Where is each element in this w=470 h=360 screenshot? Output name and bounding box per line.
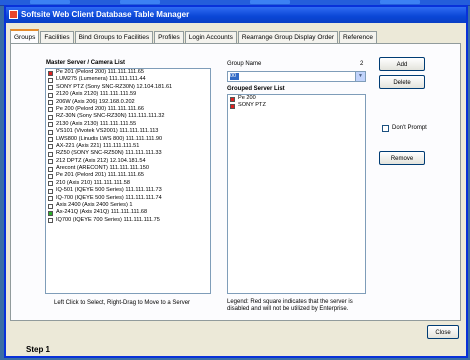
list-item[interactable]: Pe 200 (228, 95, 365, 102)
list-item-label: RZ-30N (Sony SNC-RZ30N) 111.111.111.32 (56, 113, 165, 120)
grouped-server-list[interactable]: Pe 200 SONY PTZ (227, 94, 366, 294)
status-square-icon (48, 144, 53, 150)
list-item-label: IQ700 (IQEYE 700 Series) 111.111.111.75 (56, 216, 160, 223)
list-item[interactable]: Pe 200 (Pelord 200) 111.111.111.66 (46, 106, 210, 113)
list-item-label: LUM275 (Lumenera) 111.111.111.44 (56, 76, 146, 83)
list-item-label: 206W (Axis 206) 192.168.0.202 (56, 98, 135, 105)
list-item-label: Pe 200 (238, 95, 256, 101)
status-square-icon (48, 210, 53, 216)
window-title: Softsite Web Client Database Table Manag… (21, 10, 190, 19)
list-item[interactable]: SONY PTZ (Sony SNC-RZ30N) 12.104.181.61 (46, 84, 210, 91)
list-item-label: IQ-501 (IQEYE 500 Series) 111.111.111.73 (56, 187, 162, 194)
list-item-label: RZ50 (SONY SNC-RZ50N) 111.111.111.33 (56, 150, 162, 157)
list-item[interactable]: Pe 201 (Pelord 200) 111.111.111.65 (46, 69, 210, 76)
app-window: Softsite Web Client Database Table Manag… (4, 5, 468, 358)
status-square-icon (48, 166, 53, 172)
chevron-down-icon[interactable]: ▼ (355, 72, 365, 81)
list-item-label: VS101 (Vivotek VS2001) 111.111.111.113 (56, 128, 159, 135)
list-item-label: Ax-241Q (Axis 241Q) 111.111.111.68 (56, 209, 148, 216)
status-square-icon (48, 159, 53, 165)
list-item-label: Pe 201 (Pelord 201) 111.111.111.65 (56, 172, 145, 179)
status-square-icon (48, 114, 53, 120)
status-square-icon (48, 122, 53, 128)
taskbar-button[interactable] (120, 0, 160, 4)
list-item[interactable]: RZ50 (SONY SNC-RZ50N) 111.111.111.33 (46, 150, 210, 157)
master-list-hint: Left Click to Select, Right-Drag to Move… (54, 300, 191, 306)
list-item[interactable]: Axis 2400 (Axis 2400 Series) 1 (46, 202, 210, 209)
status-square-icon (48, 107, 53, 113)
list-item[interactable]: 206W (Axis 206) 192.168.0.202 (46, 99, 210, 106)
status-square-icon (48, 137, 53, 143)
taskbar-button[interactable] (30, 0, 70, 4)
list-item-label: SONY PTZ (Sony SNC-RZ30N) 12.104.181.61 (56, 83, 173, 90)
list-item-label: SONY PTZ (238, 102, 266, 109)
grouped-list-header: Grouped Server List (227, 86, 285, 92)
status-square-icon (48, 151, 53, 157)
list-item-label: Arecont (ARECONT) 111.111.111.150 (56, 165, 149, 172)
status-square-icon (48, 173, 53, 179)
list-item[interactable]: 212 DPTZ (Axis 212) 12.104.181.54 (46, 158, 210, 165)
app-icon (9, 10, 18, 19)
list-item-label: 2120 (Axis 2120) 111.111.111.59 (56, 91, 137, 98)
close-button[interactable]: Close (427, 325, 459, 339)
status-square-icon (48, 181, 53, 187)
status-square-icon (48, 203, 53, 209)
list-item[interactable]: 2120 (Axis 2120) 111.111.111.59 (46, 91, 210, 98)
list-item-label: 212 DPTZ (Axis 212) 12.104.181.54 (56, 157, 146, 164)
status-square-icon (48, 92, 53, 98)
list-item[interactable]: IQ-700 (IQEYE 500 Series) 111.111.111.74 (46, 195, 210, 202)
list-item[interactable]: 210 (Axis 210) 111.111.111.58 (46, 180, 210, 187)
remove-button[interactable]: Remove (379, 151, 425, 165)
list-item[interactable]: LWS800 (Linudis LWS 800) 111.111.111.90 (46, 136, 210, 143)
status-square-icon (48, 70, 53, 76)
list-item[interactable]: 2130 (Axis 2130) 111.111.111.55 (46, 121, 210, 128)
group-name-label: Group Name (227, 61, 262, 67)
dont-prompt-checkbox[interactable] (382, 125, 389, 132)
list-item-label: AX-221 (Axis 221) 111.111.111.51 (56, 142, 140, 149)
list-item[interactable]: Arecont (ARECONT) 111.111.111.150 (46, 165, 210, 172)
list-item-label: Pe 201 (Pelord 200) 111.111.111.65 (56, 69, 145, 75)
list-item[interactable]: IQ700 (IQEYE 700 Series) 111.111.111.75 (46, 217, 210, 224)
status-square-icon (48, 85, 53, 91)
group-name-combo[interactable]: 00 ▼ (227, 71, 366, 82)
add-button[interactable]: Add (379, 57, 425, 71)
status-square-icon (48, 188, 53, 194)
status-square-icon (230, 96, 235, 102)
list-item-label: Axis 2400 (Axis 2400 Series) 1 (56, 202, 133, 209)
legend-text: Legend: Red square indicates that the se… (227, 299, 353, 312)
group-counter: 2 (360, 61, 364, 67)
status-square-icon (48, 129, 53, 135)
list-item-label: LWS800 (Linudis LWS 800) 111.111.111.90 (56, 135, 163, 142)
taskbar-button[interactable] (250, 0, 290, 4)
status-square-icon (48, 196, 53, 202)
list-item[interactable]: SONY PTZ (228, 102, 365, 109)
list-item[interactable]: LUM275 (Lumenera) 111.111.111.44 (46, 76, 210, 83)
status-square-icon (48, 100, 53, 106)
status-square-icon (230, 103, 235, 109)
list-item[interactable]: AX-221 (Axis 221) 111.111.111.51 (46, 143, 210, 150)
list-item[interactable]: VS101 (Vivotek VS2001) 111.111.111.113 (46, 128, 210, 135)
list-item-label: 210 (Axis 210) 111.111.111.58 (56, 179, 131, 186)
title-bar: Softsite Web Client Database Table Manag… (6, 7, 466, 23)
step-label: Step 1 (26, 345, 51, 354)
list-item-label: Pe 200 (Pelord 200) 111.111.111.66 (56, 105, 145, 112)
list-item[interactable]: Ax-241Q (Axis 241Q) 111.111.111.68 (46, 209, 210, 216)
status-square-icon (48, 218, 53, 224)
list-item[interactable]: IQ-501 (IQEYE 500 Series) 111.111.111.73 (46, 187, 210, 194)
list-item-label: 2130 (Axis 2130) 111.111.111.55 (56, 120, 137, 127)
tab-strip: Groups Facilities Bind Groups to Facilit… (10, 29, 378, 45)
group-name-value: 00 (230, 73, 239, 80)
list-item[interactable]: Pe 201 (Pelord 201) 111.111.111.65 (46, 172, 210, 179)
dont-prompt-label: Don't Prompt (392, 125, 427, 131)
list-item[interactable]: RZ-30N (Sony SNC-RZ30N) 111.111.111.32 (46, 113, 210, 120)
taskbar-button[interactable] (380, 0, 420, 4)
master-list-header: Master Server / Camera List (46, 60, 126, 66)
master-server-list[interactable]: Pe 201 (Pelord 200) 111.111.111.65 LUM275… (45, 68, 211, 294)
delete-button[interactable]: Delete (379, 75, 425, 89)
status-square-icon (48, 77, 53, 83)
list-item-label: IQ-700 (IQEYE 500 Series) 111.111.111.74 (56, 194, 162, 201)
